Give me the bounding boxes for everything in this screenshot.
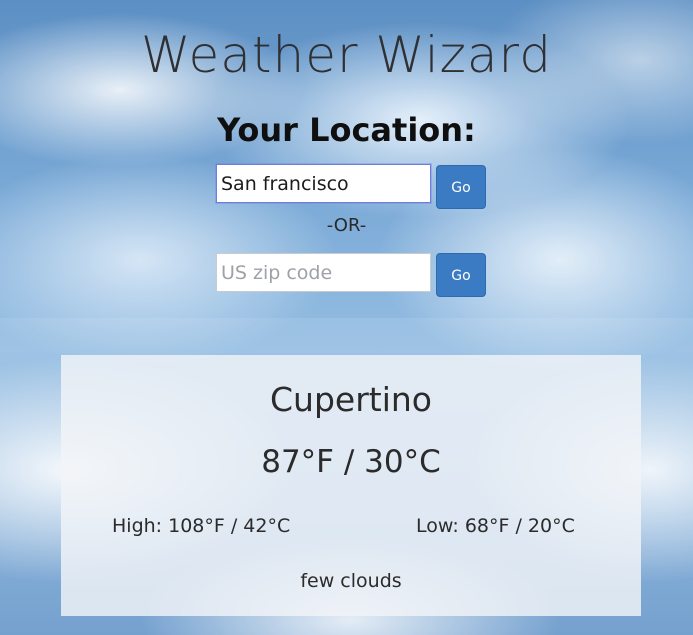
city-input[interactable]: [216, 164, 431, 203]
app-title: Weather Wizard: [141, 26, 552, 84]
weather-description: few clouds: [300, 570, 402, 592]
city-go-button[interactable]: Go: [436, 165, 486, 209]
zip-code-input[interactable]: [216, 253, 431, 292]
current-temperature: 87°F / 30°C: [261, 444, 441, 480]
low-temperature: Low: 68°F / 20°C: [416, 515, 575, 537]
high-temperature: High: 108°F / 42°C: [112, 515, 291, 537]
zip-go-button[interactable]: Go: [436, 253, 486, 297]
weather-app: { "app": { "title": "Weather Wizard" }, …: [0, 0, 693, 635]
weather-card: Cupertino 87°F / 30°C High: 108°F / 42°C…: [61, 355, 641, 616]
weather-city: Cupertino: [270, 380, 432, 419]
or-divider: -OR-: [326, 215, 367, 236]
location-heading: Your Location:: [217, 111, 476, 149]
